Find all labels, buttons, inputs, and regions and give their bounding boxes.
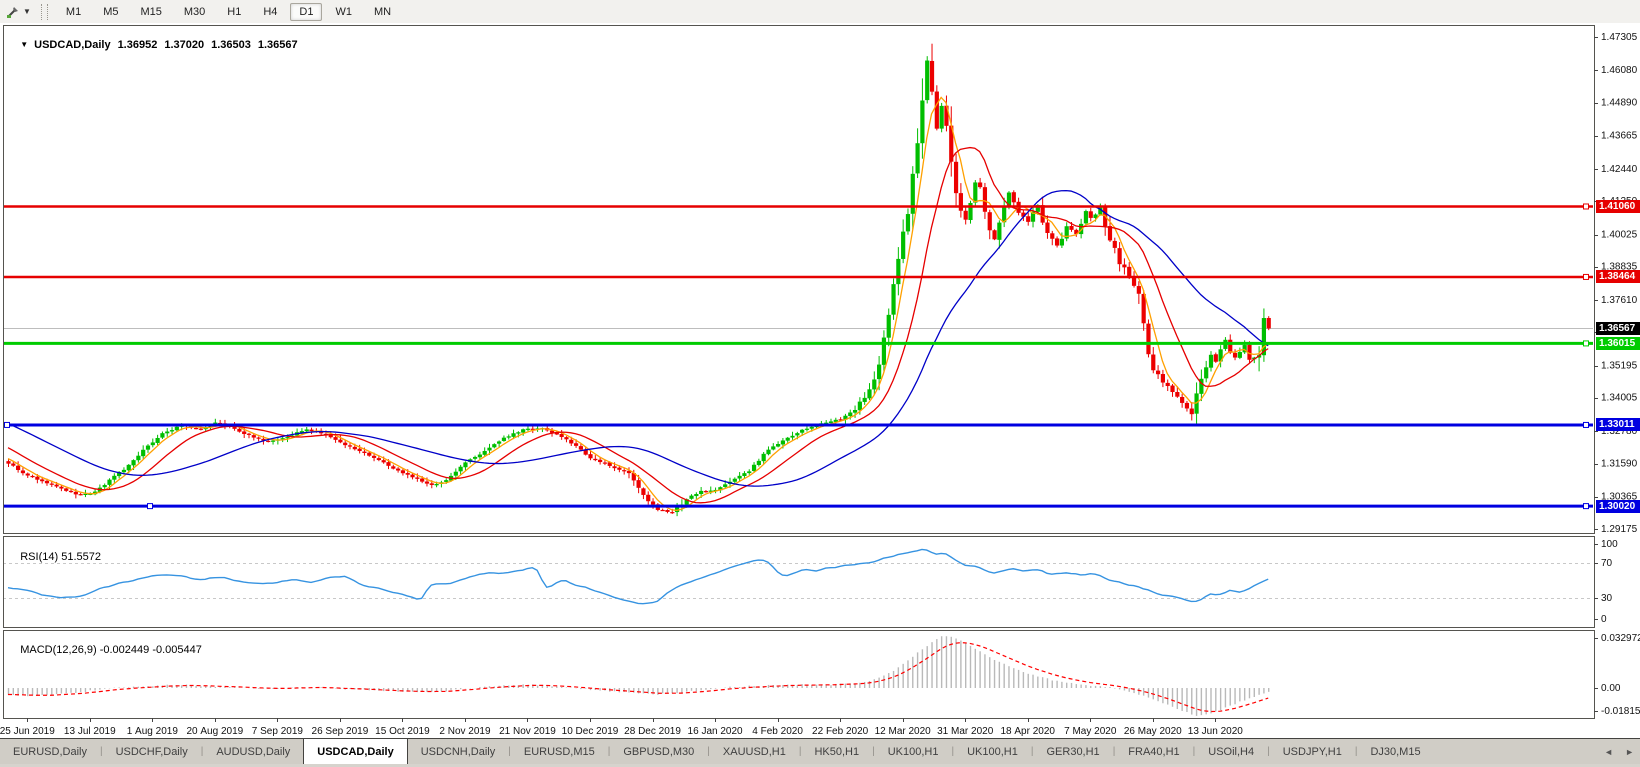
timeframe-button-M1[interactable]: M1: [57, 3, 90, 21]
ohlc-high: 1.37020: [164, 39, 204, 51]
tab-usdcad-daily[interactable]: USDCAD,Daily: [303, 738, 407, 764]
tab-uk100-h1[interactable]: UK100,H1: [875, 739, 952, 764]
timeframe-button-M5[interactable]: M5: [94, 3, 127, 21]
tab-hk50-h1[interactable]: HK50,H1: [801, 739, 872, 764]
tab-eurusd-m15[interactable]: EURUSD,M15: [511, 739, 608, 764]
chart-symbol: USDCAD,Daily: [34, 39, 110, 51]
macd-signal-value: -0.005447: [152, 644, 202, 656]
rsi-indicator-label: RSI(14) 51.5572: [8, 539, 101, 575]
tab-uk100-h1[interactable]: UK100,H1: [954, 739, 1031, 764]
macd-main-value: -0.002449: [100, 644, 150, 656]
tab-fra40-h1[interactable]: FRA40,H1: [1115, 739, 1192, 764]
price-chart-canvas[interactable]: [0, 23, 1640, 738]
tab-scroll-right-button[interactable]: ►: [1625, 747, 1634, 757]
cursor-tool-icon: [6, 5, 20, 19]
tab-dj30-m15[interactable]: DJ30,M15: [1357, 739, 1433, 764]
tab-scroll-left-button[interactable]: ◄: [1604, 747, 1613, 757]
timeframe-button-group: M1M5M15 M30H1H4D1W1MN: [55, 3, 402, 21]
timeframe-button-H4[interactable]: H4: [254, 3, 286, 21]
price-line-badge-1.41060: 1.41060: [1596, 200, 1640, 213]
timeframe-button-D1[interactable]: D1: [290, 3, 322, 21]
timeframe-button-MN[interactable]: MN: [365, 3, 400, 21]
chart-title: ▼ USDCAD,Daily 1.36952 1.37020 1.36503 1.3656…: [8, 27, 298, 63]
tab-audusd-daily[interactable]: AUDUSD,Daily: [203, 739, 303, 764]
tab-scroll-controls: ◄ ►: [1604, 739, 1634, 764]
chart-tab-bar: EURUSD,Daily|USDCHF,Daily|AUDUSD,DailyUS…: [0, 738, 1640, 764]
price-line-badge-1.33011: 1.33011: [1596, 418, 1640, 431]
chart-window: ▼ USDCAD,Daily 1.36952 1.37020 1.36503 1.3656…: [0, 23, 1640, 738]
price-line-badge-1.30020: 1.30020: [1596, 500, 1640, 513]
timeframe-button-W1[interactable]: W1: [326, 3, 361, 21]
top-toolbar: ▼ M1M5M15 M30H1H4D1W1MN: [0, 0, 1640, 24]
ohlc-open: 1.36952: [118, 39, 158, 51]
macd-indicator-label: MACD(12,26,9) -0.002449 -0.005447: [8, 632, 202, 668]
tab-eurusd-daily[interactable]: EURUSD,Daily: [0, 739, 100, 764]
tab-usdjpy-h1[interactable]: USDJPY,H1: [1270, 739, 1355, 764]
tab-xauusd-h1[interactable]: XAUUSD,H1: [710, 739, 799, 764]
tab-strip: EURUSD,Daily|USDCHF,Daily|AUDUSD,DailyUS…: [0, 739, 1434, 764]
price-line-badge-1.36015: 1.36015: [1596, 337, 1640, 350]
cursor-tool-button[interactable]: ▼: [2, 3, 35, 21]
timeframe-button-H1[interactable]: H1: [218, 3, 250, 21]
timeframe-button-M15[interactable]: M15: [131, 3, 170, 21]
tab-ger30-h1[interactable]: GER30,H1: [1033, 739, 1112, 764]
tab-usoil-h4[interactable]: USOil,H4: [1195, 739, 1267, 764]
current-price-badge: 1.36567: [1596, 322, 1640, 335]
rsi-value: 51.5572: [61, 551, 101, 563]
price-line-badge-1.38464: 1.38464: [1596, 270, 1640, 283]
ohlc-low: 1.36503: [211, 39, 251, 51]
rsi-name: RSI(14): [20, 551, 58, 563]
ohlc-close: 1.36567: [258, 39, 298, 51]
toolbar-grip: [41, 4, 48, 20]
timeframe-button-M30[interactable]: M30: [175, 3, 214, 21]
tab-gbpusd-m30[interactable]: GBPUSD,M30: [610, 739, 707, 764]
tab-usdchf-daily[interactable]: USDCHF,Daily: [103, 739, 201, 764]
tab-usdcnh-daily[interactable]: USDCNH,Daily: [408, 739, 509, 764]
window-menu-icon: ▼: [20, 40, 28, 49]
macd-name: MACD(12,26,9): [20, 644, 96, 656]
chevron-down-icon: ▼: [23, 8, 31, 16]
